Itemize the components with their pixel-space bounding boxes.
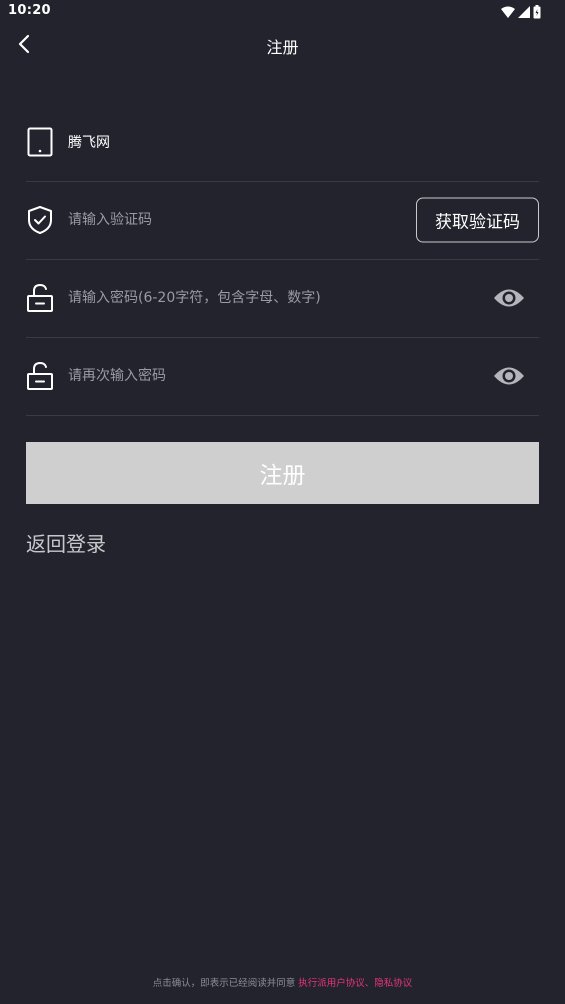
back-to-login-link[interactable]: 返回登录 (26, 528, 106, 557)
agreement-text: 点击确认，即表示已经阅读并同意 执行派用户协议、隐私协议 (0, 975, 565, 989)
code-row: 获取验证码 (26, 181, 539, 260)
register-button[interactable]: 注册 (26, 442, 539, 504)
password-input[interactable] (68, 283, 408, 313)
user-agreement-link[interactable]: 执行派用户协议 (298, 978, 365, 989)
password-row (26, 259, 539, 338)
confirm-password-row (26, 337, 539, 416)
signal-icon (518, 5, 530, 18)
status-bar: 10:20 (0, 0, 565, 24)
page-title: 注册 (266, 38, 299, 57)
eye-icon[interactable] (493, 287, 525, 309)
code-input[interactable] (68, 205, 408, 235)
status-icons (501, 4, 541, 19)
unlock-icon (26, 361, 54, 391)
site-name: 腾飞网 (68, 135, 110, 151)
nav-bar: 注册 (0, 24, 565, 64)
shield-check-icon (26, 205, 54, 235)
wifi-icon (501, 6, 515, 18)
confirm-password-input[interactable] (68, 361, 408, 391)
get-code-button[interactable]: 获取验证码 (416, 197, 539, 243)
eye-icon[interactable] (493, 365, 525, 387)
agreement-separator: 、 (364, 978, 375, 989)
site-row: 腾飞网 (26, 103, 539, 182)
agreement-prefix: 点击确认，即表示已经阅读并同意 (152, 978, 299, 989)
privacy-policy-link[interactable]: 隐私协议 (374, 978, 412, 989)
tablet-icon (26, 127, 54, 157)
battery-icon (533, 4, 541, 18)
unlock-icon (26, 283, 54, 313)
status-time: 10:20 (8, 3, 51, 18)
